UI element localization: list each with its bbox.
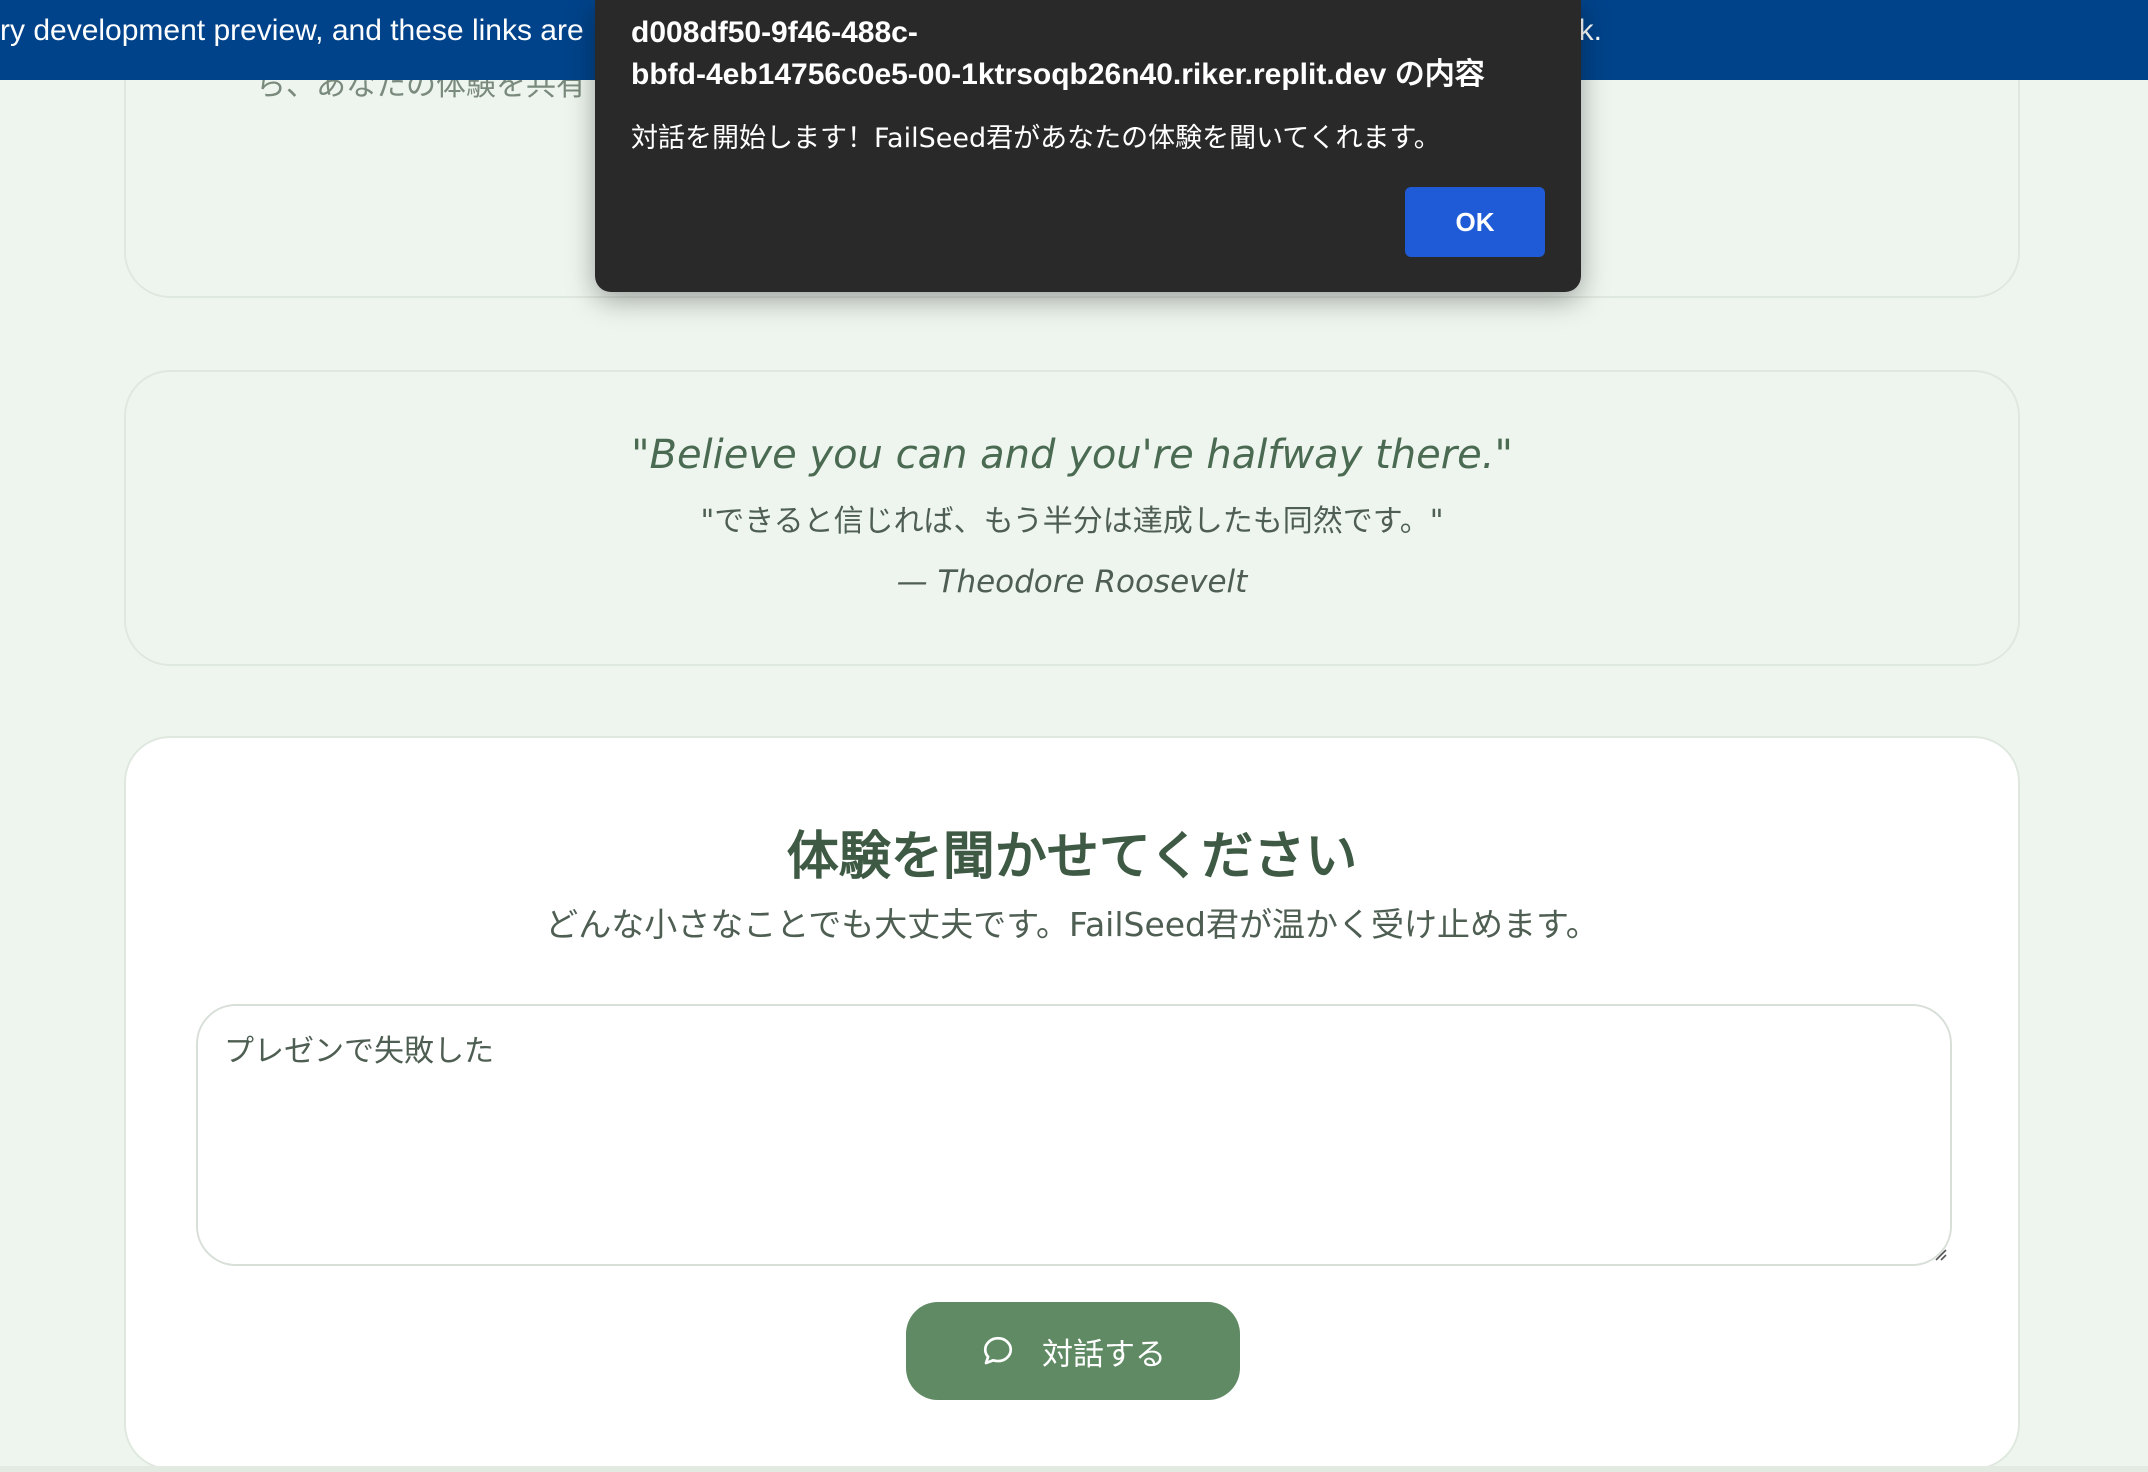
start-dialogue-button[interactable]: 対話する [906, 1302, 1240, 1400]
quote-author: — Theodore Roosevelt [896, 564, 1248, 600]
form-subtitle: どんな小さなことでも大丈夫です。FailSeed君が温かく受け止めます。 [545, 905, 1599, 944]
quote-card: "Believe you can and you're halfway ther… [124, 370, 2020, 666]
alert-message: 対話を開始します！FailSeed君があなたの体験を聞いてくれます。 [631, 123, 1441, 154]
page-bottom-edge [0, 1466, 2148, 1472]
experience-form-card: 体験を聞かせてください どんな小さなことでも大丈夫です。FailSeed君が温か… [124, 736, 2020, 1470]
experience-textarea-value: プレゼンで失敗した [224, 1034, 494, 1069]
quote-english: "Believe you can and you're halfway ther… [631, 432, 1513, 478]
experience-textarea[interactable]: プレゼンで失敗した [196, 1004, 1952, 1266]
start-dialogue-label: 対話する [1042, 1336, 1166, 1373]
banner-text-left: ry development preview, and these links … [0, 14, 584, 47]
alert-ok-button[interactable]: OK [1405, 187, 1545, 257]
form-title: 体験を聞かせてください [786, 827, 1358, 887]
alert-origin-line2: bbfd-4eb14756c0e5-00-1ktrsoqb26n40.riker… [631, 58, 1485, 91]
alert-origin: d008df50-9f46-488c- bbfd-4eb14756c0e5-00… [631, 12, 1551, 96]
chat-bubble-icon [983, 1336, 1013, 1365]
alert-origin-line1: d008df50-9f46-488c- [631, 16, 918, 49]
resize-grip-icon[interactable] [1932, 1246, 1948, 1262]
quote-japanese: "できると信じれば、もう半分は達成したも同然です。" [700, 504, 1444, 539]
alert-dialog: d008df50-9f46-488c- bbfd-4eb14756c0e5-00… [595, 0, 1581, 292]
